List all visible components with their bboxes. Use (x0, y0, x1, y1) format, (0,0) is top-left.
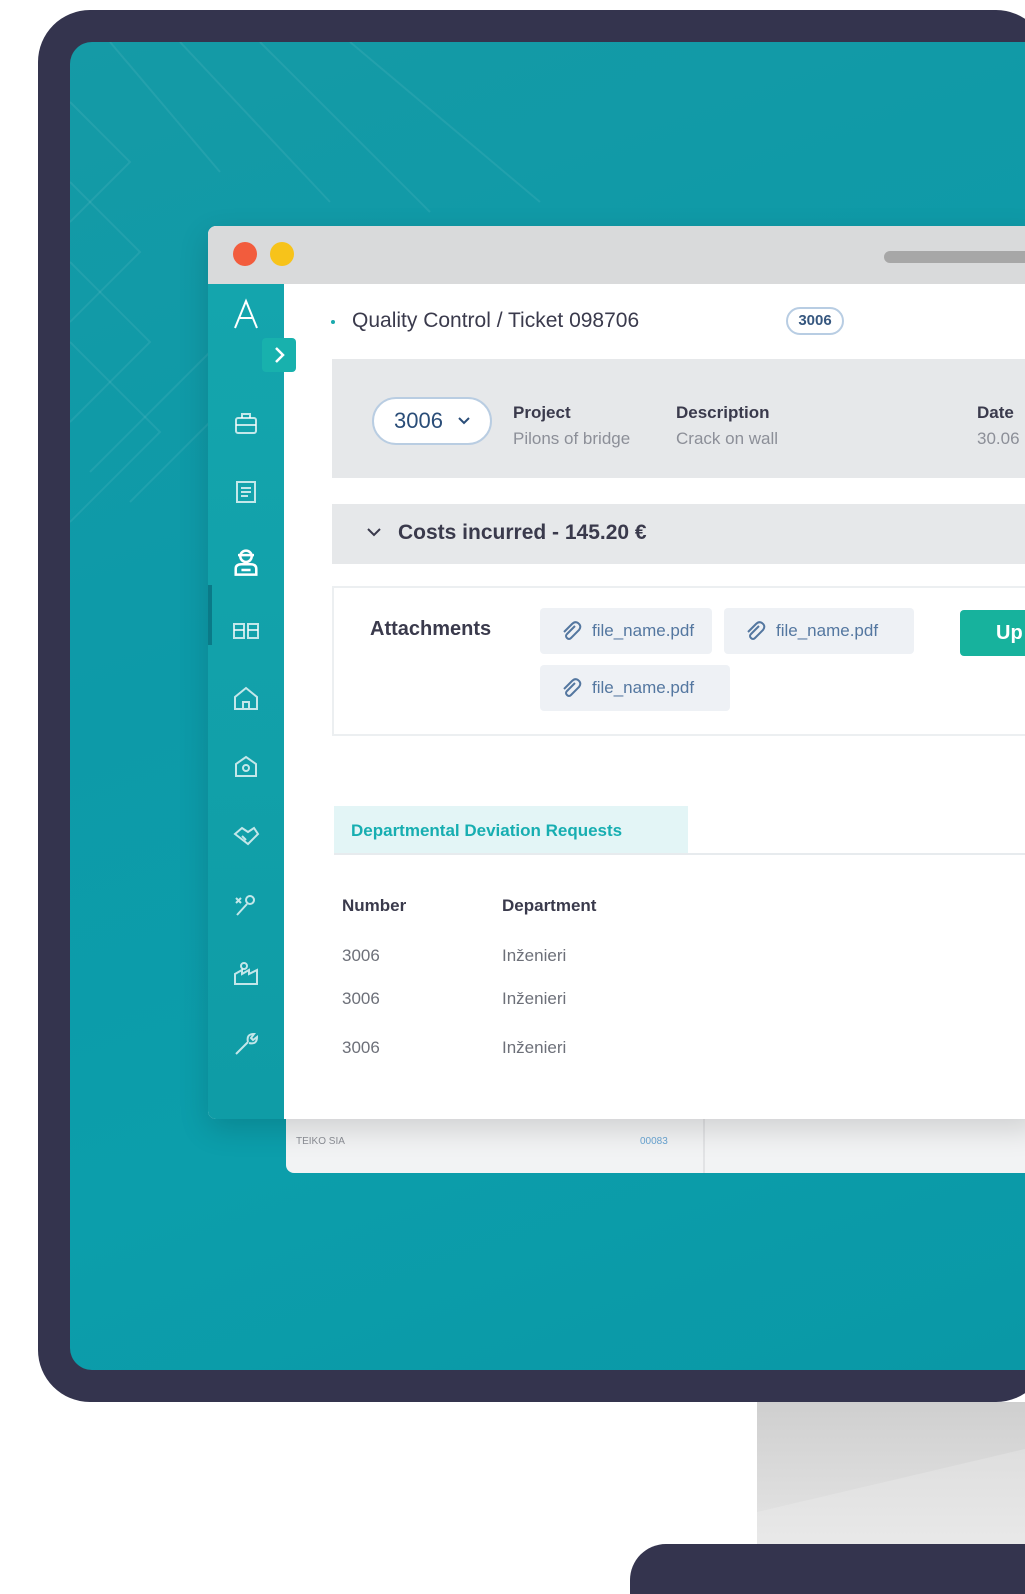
chevron-down-icon (367, 528, 381, 537)
column-header-department[interactable]: Department (502, 896, 596, 916)
description-value: Crack on wall (676, 429, 779, 448)
window-scroll-handle[interactable] (884, 251, 1025, 263)
sidebar-expand-button[interactable] (262, 338, 296, 372)
chevron-down-icon (458, 417, 470, 425)
paperclip-icon (563, 678, 582, 697)
attachments-card: Attachments file_name.pdf file_name.pdf … (332, 586, 1025, 736)
main-content: Quality Control / Ticket 098706 3006 300… (284, 284, 1025, 1119)
tools-icon[interactable] (232, 891, 260, 919)
cell-department: Inženieri (502, 989, 567, 1008)
attachments-title: Attachments (370, 618, 492, 640)
attachment-chip[interactable]: file_name.pdf (540, 665, 730, 711)
column-header-number[interactable]: Number (342, 896, 406, 916)
breadcrumb-bullet (331, 320, 335, 324)
number-select[interactable]: 3006 (372, 397, 492, 445)
project-label: Project (513, 403, 571, 422)
background-code: 00083 (640, 1136, 668, 1147)
close-window-button[interactable] (233, 242, 257, 266)
costs-accordion[interactable]: Costs incurred - 145.20 € (332, 504, 1025, 564)
cell-department: Inženieri (502, 946, 567, 965)
factory-icon[interactable] (232, 960, 260, 988)
workers-icon[interactable] (232, 616, 260, 644)
chevron-right-icon (275, 347, 285, 363)
ticket-info-panel: 3006 Project Pilons of bridge Descriptio… (332, 359, 1025, 478)
breadcrumb: Quality Control / Ticket 098706 (352, 309, 640, 332)
monitor-base (630, 1544, 1025, 1594)
inspector-icon[interactable] (230, 546, 262, 578)
upload-button[interactable]: Up (960, 610, 1025, 656)
sidebar-active-indicator (208, 585, 212, 645)
tab-label: Departmental Deviation Requests (351, 821, 623, 840)
paperclip-icon (563, 621, 582, 640)
date-value: 30.06 (977, 429, 1020, 448)
background-list-row: TEIKO SIA 00083 (286, 1119, 1025, 1173)
cell-number: 3006 (342, 1038, 380, 1057)
ticket-badge: 3006 (786, 307, 844, 335)
tab-departmental-deviation-requests[interactable]: Departmental Deviation Requests (334, 806, 688, 854)
cell-department: Inženieri (502, 1038, 567, 1057)
attachment-chip[interactable]: file_name.pdf (540, 608, 712, 654)
tab-divider (334, 853, 1025, 855)
attachment-name: file_name.pdf (592, 678, 695, 697)
cell-number: 3006 (342, 946, 380, 965)
description-field: Description Crack on wall (676, 403, 778, 449)
document-icon[interactable] (232, 478, 260, 506)
paperclip-icon (747, 621, 766, 640)
background-company: TEIKO SIA (296, 1136, 345, 1147)
handshake-icon[interactable] (232, 822, 260, 850)
app-window: Quality Control / Ticket 098706 3006 300… (208, 226, 1025, 1119)
title-bar (208, 226, 1025, 284)
wrench-icon[interactable] (232, 1030, 260, 1058)
attachment-name: file_name.pdf (592, 621, 695, 640)
minimize-window-button[interactable] (270, 242, 294, 266)
description-label: Description (676, 403, 770, 422)
sidebar (208, 284, 284, 1119)
date-label: Date (977, 403, 1014, 422)
attachment-chip[interactable]: file_name.pdf (724, 608, 914, 654)
background-divider (703, 1119, 705, 1173)
date-field: Date 30.06 (977, 403, 1020, 449)
attachment-name: file_name.pdf (776, 621, 879, 640)
cell-number: 3006 (342, 989, 380, 1008)
logo-icon (234, 298, 258, 329)
project-field: Project Pilons of bridge (513, 403, 630, 449)
settings-building-icon[interactable] (232, 752, 260, 780)
project-value: Pilons of bridge (513, 429, 631, 448)
number-select-value: 3006 (394, 408, 443, 433)
building-icon[interactable] (232, 684, 260, 712)
costs-label: Costs incurred - 145.20 € (398, 521, 647, 544)
briefcase-icon[interactable] (232, 409, 260, 437)
